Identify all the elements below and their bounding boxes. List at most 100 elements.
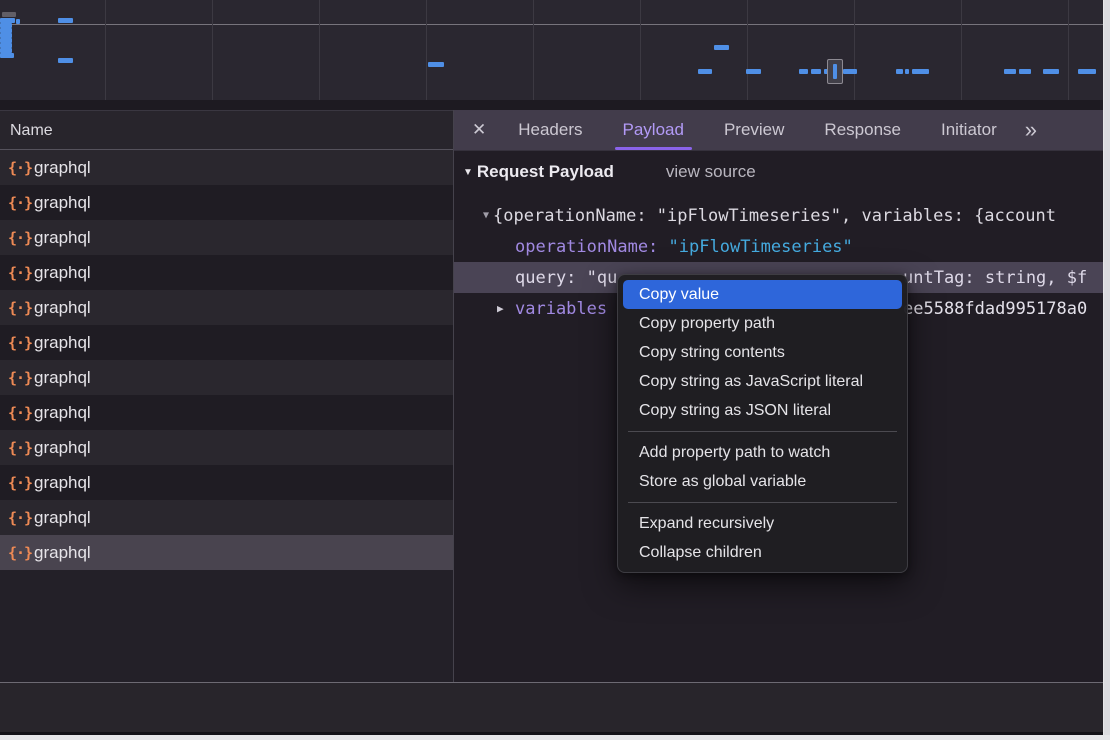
overview-gridline — [319, 0, 320, 100]
payload-row-operationname[interactable]: operationName: "ipFlowTimeseries" — [454, 231, 1103, 262]
network-overview[interactable] — [0, 0, 1103, 110]
waterfall-bar — [905, 69, 909, 74]
menu-item-copy-string-as-json-literal[interactable]: Copy string as JSON literal — [618, 396, 907, 425]
request-name: graphql — [34, 263, 91, 283]
fetch-json-icon: {·} — [8, 474, 34, 492]
column-header-name[interactable]: Name — [0, 110, 453, 150]
tab-response[interactable]: Response — [804, 110, 921, 150]
waterfall-bar — [811, 69, 821, 74]
expanded-triangle-icon[interactable]: ▼ — [483, 210, 489, 221]
menu-separator — [628, 431, 897, 432]
menu-separator — [628, 502, 897, 503]
menu-item-copy-string-as-javascript-literal[interactable]: Copy string as JavaScript literal — [618, 367, 907, 396]
collapsed-triangle-icon[interactable]: ▶ — [497, 302, 515, 315]
section-collapse-icon[interactable]: ▼ — [463, 167, 473, 178]
waterfall-bar — [843, 69, 857, 74]
menu-item-copy-value[interactable]: Copy value — [623, 280, 902, 309]
overview-gridline — [747, 0, 748, 100]
request-name: graphql — [34, 438, 91, 458]
waterfall-bar — [1043, 69, 1059, 74]
fetch-json-icon: {·} — [8, 369, 34, 387]
table-row[interactable]: {·}graphql — [0, 465, 453, 500]
waterfall-bar — [1019, 69, 1031, 74]
property-value-right: ee5588fdad995178a0 — [903, 299, 1087, 319]
table-row[interactable]: {·}graphql — [0, 255, 453, 290]
fetch-json-icon: {·} — [8, 194, 34, 212]
waterfall-bar — [0, 53, 14, 58]
menu-item-collapse-children[interactable]: Collapse children — [618, 538, 907, 567]
waterfall-bar-gray — [2, 12, 16, 17]
table-row[interactable]: {·}graphql — [0, 500, 453, 535]
screen-background-right — [1104, 0, 1110, 740]
marker-bar — [833, 64, 837, 79]
menu-item-copy-property-path[interactable]: Copy property path — [618, 309, 907, 338]
waterfall-bar — [746, 69, 761, 74]
request-name: graphql — [34, 403, 91, 423]
fetch-json-icon: {·} — [8, 264, 34, 282]
request-name: graphql — [34, 228, 91, 248]
request-name: graphql — [34, 543, 91, 563]
menu-item-expand-recursively[interactable]: Expand recursively — [618, 509, 907, 538]
table-row[interactable]: {·}graphql — [0, 360, 453, 395]
overview-gridline — [212, 0, 213, 100]
tab-preview[interactable]: Preview — [704, 110, 804, 150]
waterfall-bar — [58, 18, 73, 23]
waterfall-bar — [1078, 69, 1096, 74]
tab-headers[interactable]: Headers — [498, 110, 602, 150]
waterfall-bar — [698, 69, 712, 74]
table-row[interactable]: {·}graphql — [0, 535, 453, 570]
property-value-right: untTag: string, $f — [903, 268, 1087, 288]
view-source-link[interactable]: view source — [666, 162, 756, 182]
table-row[interactable]: {·}graphql — [0, 325, 453, 360]
requests-panel: Name {·}graphql{·}graphql{·}graphql{·}gr… — [0, 110, 453, 682]
overview-gridline — [105, 0, 106, 100]
table-row[interactable]: {·}graphql — [0, 290, 453, 325]
menu-item-copy-string-contents[interactable]: Copy string contents — [618, 338, 907, 367]
devtools-network-panel: Name {·}graphql{·}graphql{·}graphql{·}gr… — [0, 0, 1103, 735]
property-key: operationName: — [515, 237, 658, 257]
tab-strip: ✕ HeadersPayloadPreviewResponseInitiator… — [454, 110, 1103, 151]
menu-item-store-as-global-variable[interactable]: Store as global variable — [618, 467, 907, 496]
fetch-json-icon: {·} — [8, 509, 34, 527]
request-payload-section: ▼ Request Payload view source — [463, 162, 756, 182]
waterfall-bar — [16, 19, 20, 24]
tabs-container: HeadersPayloadPreviewResponseInitiator — [498, 110, 1016, 150]
table-row[interactable]: {·}graphql — [0, 430, 453, 465]
payload-root-row[interactable]: ▼ {operationName: "ipFlowTimeseries", va… — [454, 200, 1103, 231]
overview-gridline — [854, 0, 855, 100]
status-bar-area — [0, 683, 1103, 732]
overview-horizontal-gridline — [0, 24, 1103, 25]
table-row[interactable]: {·}graphql — [0, 185, 453, 220]
tab-payload[interactable]: Payload — [603, 110, 704, 150]
tab-initiator[interactable]: Initiator — [921, 110, 1017, 150]
fetch-json-icon: {·} — [8, 299, 34, 317]
section-title: Request Payload — [477, 162, 614, 182]
overview-gridline — [426, 0, 427, 100]
menu-item-add-property-path-to-watch[interactable]: Add property path to watch — [618, 438, 907, 467]
overview-selection-marker[interactable] — [827, 59, 843, 84]
fetch-json-icon: {·} — [8, 404, 34, 422]
more-tabs-icon[interactable]: » — [1025, 117, 1037, 143]
table-row[interactable]: {·}graphql — [0, 150, 453, 185]
fetch-json-icon: {·} — [8, 439, 34, 457]
fetch-json-icon: {·} — [8, 544, 34, 562]
screen-background-bottom — [0, 735, 1110, 740]
table-row[interactable]: {·}graphql — [0, 220, 453, 255]
fetch-json-icon: {·} — [8, 334, 34, 352]
request-name: graphql — [34, 508, 91, 528]
request-name: graphql — [34, 193, 91, 213]
requests-list: {·}graphql{·}graphql{·}graphql{·}graphql… — [0, 150, 453, 570]
overview-gridline — [533, 0, 534, 100]
waterfall-bar — [912, 69, 929, 74]
request-name: graphql — [34, 473, 91, 493]
waterfall-bar — [714, 45, 729, 50]
waterfall-bar — [428, 62, 444, 67]
request-name: graphql — [34, 368, 91, 388]
fetch-json-icon: {·} — [8, 159, 34, 177]
table-row[interactable]: {·}graphql — [0, 395, 453, 430]
fetch-json-icon: {·} — [8, 229, 34, 247]
close-icon[interactable]: ✕ — [472, 120, 486, 140]
property-value: "ipFlowTimeseries" — [669, 237, 853, 257]
overview-gridline — [1068, 0, 1069, 100]
devtools-window: Name {·}graphql{·}graphql{·}graphql{·}gr… — [0, 0, 1110, 740]
